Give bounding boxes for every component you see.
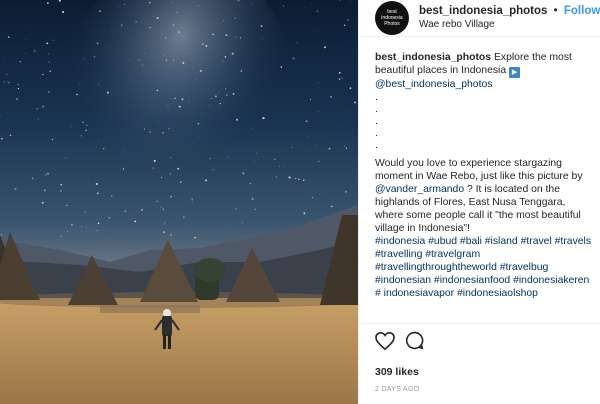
- caption-dot: .: [375, 104, 378, 115]
- post-side-panel: best indonesia Photos best_indonesia_pho…: [358, 0, 600, 404]
- play-icon: ▶: [509, 67, 521, 78]
- heart-outline-icon[interactable]: [375, 331, 395, 355]
- mention-credit-link[interactable]: @vander_armando: [375, 184, 464, 195]
- caption-dot: .: [375, 140, 378, 151]
- caption-dot: .: [375, 128, 378, 139]
- caption-username-link[interactable]: best_indonesia_photos: [375, 52, 491, 63]
- post-photo[interactable]: [0, 0, 358, 404]
- username-link[interactable]: best_indonesia_photos: [419, 5, 547, 17]
- action-bar: [375, 331, 584, 355]
- post-footer: 309 likes 2 DAYS AGO: [359, 323, 600, 393]
- caption-dot: .: [375, 116, 378, 127]
- caption-body-text: Would you love to experience stargazing …: [375, 158, 583, 182]
- follow-button[interactable]: Follow: [564, 5, 600, 17]
- hashtags[interactable]: #indonesia #ubud #bali #island #travel #…: [375, 236, 591, 299]
- comment-bubble-icon[interactable]: [405, 331, 424, 355]
- avatar-text-line: Photos: [384, 21, 400, 27]
- avatar[interactable]: best indonesia Photos: [375, 1, 409, 35]
- separator-dot: •: [553, 5, 558, 17]
- stargazing-village-photo: [0, 0, 358, 404]
- caption-dot: .: [375, 92, 378, 103]
- likes-count[interactable]: 309 likes: [375, 366, 584, 378]
- post-timestamp: 2 DAYS AGO: [375, 386, 420, 393]
- mention-link[interactable]: @best_indonesia_photos: [375, 79, 492, 90]
- instagram-post: best indonesia Photos best_indonesia_pho…: [0, 0, 600, 404]
- post-header: best indonesia Photos best_indonesia_pho…: [359, 0, 600, 37]
- location-link[interactable]: Wae rebo Village: [419, 18, 600, 32]
- post-caption: best_indonesia_photos Explore the most b…: [359, 37, 600, 300]
